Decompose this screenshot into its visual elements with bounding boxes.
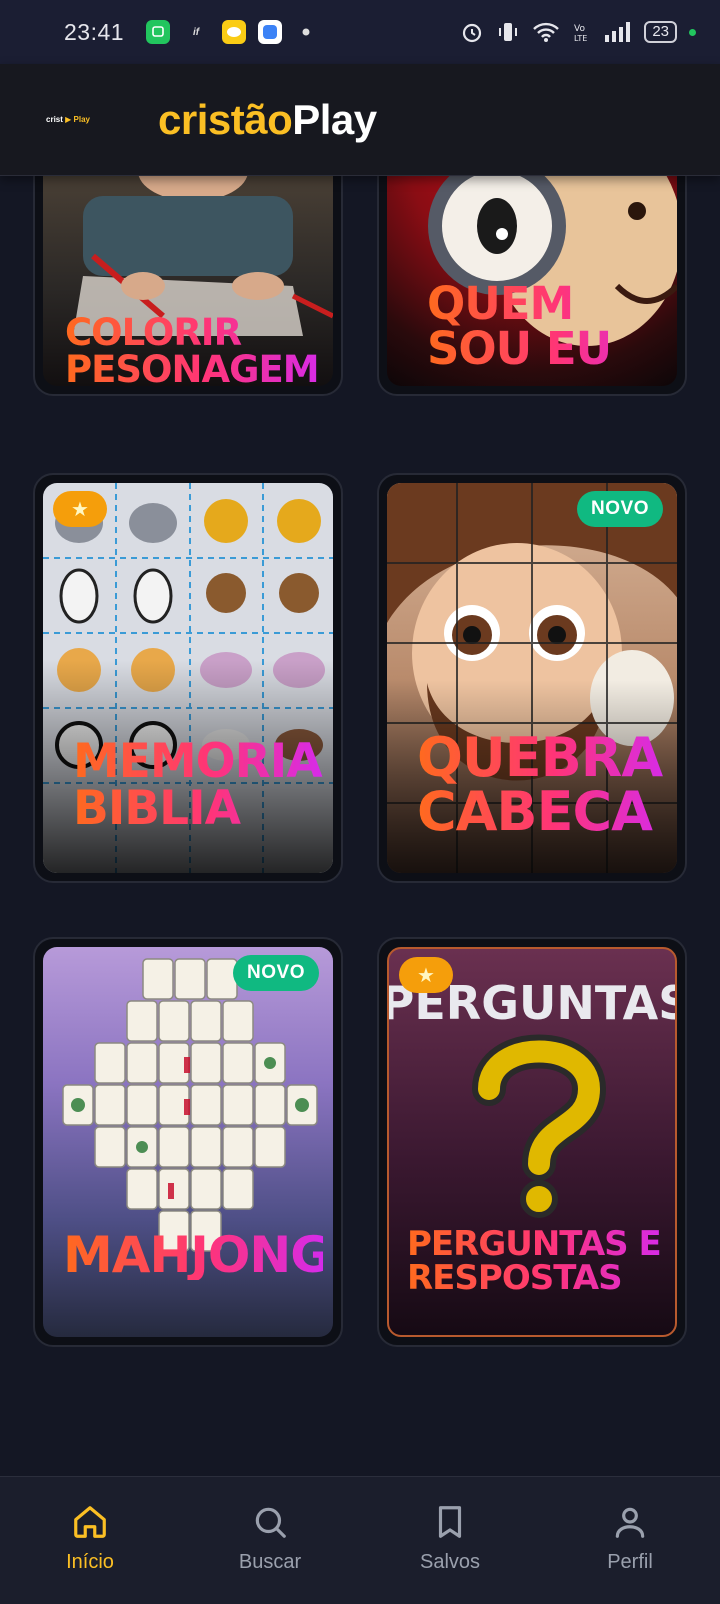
brand-part-2: Play bbox=[292, 95, 377, 143]
card-title-line: QUEBRA bbox=[417, 726, 663, 789]
card-image: ★ MEMORIA BIBLIA bbox=[43, 483, 333, 873]
featured-star-badge: ★ bbox=[53, 491, 107, 527]
card-title-line: RESPOSTAS bbox=[407, 1258, 622, 1298]
card-image: NOVO QUEBRA CABECA bbox=[387, 483, 677, 873]
card-memoria-biblia[interactable]: ★ MEMORIA BIBLIA bbox=[33, 473, 343, 883]
card-image: NOVO MAHJONG bbox=[43, 947, 333, 1337]
logo-play-icon: ▶ bbox=[65, 115, 72, 124]
notification-icons: if bbox=[146, 20, 318, 44]
status-bar: 23:41 if Vo LTE 23 bbox=[0, 0, 720, 64]
logo-text: crist bbox=[46, 115, 63, 124]
card-title-line: BIBLIA bbox=[73, 781, 240, 836]
card-image: QUEM SOU EU bbox=[387, 176, 677, 386]
svg-text:LTE: LTE bbox=[574, 34, 587, 43]
card-colorir-personagem[interactable]: COLORIR PESONAGEM bbox=[33, 176, 343, 396]
card-image: COLORIR PESONAGEM bbox=[43, 176, 333, 386]
card-title-line: PESONAGEM bbox=[65, 348, 319, 386]
search-icon bbox=[255, 1507, 286, 1538]
card-title: QUEM SOU EU bbox=[427, 281, 667, 371]
featured-star-badge: ★ bbox=[399, 957, 453, 993]
system-status: Vo LTE 23 bbox=[460, 20, 696, 44]
volte-icon: VoLTE bbox=[574, 24, 587, 43]
novo-badge: NOVO bbox=[233, 955, 319, 991]
brand-title: cristãoPlay bbox=[158, 96, 377, 144]
app-logo[interactable]: crist ▶ Play bbox=[46, 115, 106, 124]
card-title-line: SOU EU bbox=[427, 322, 612, 375]
card-title: MEMORIA BIBLIA bbox=[73, 738, 323, 832]
home-icon bbox=[74, 1506, 106, 1538]
card-title-line: MEMORIA bbox=[73, 734, 322, 789]
wifi-icon bbox=[533, 22, 560, 42]
card-title-line: MAHJONG bbox=[63, 1226, 331, 1284]
svg-text:Vo: Vo bbox=[574, 24, 585, 34]
vibrate-icon bbox=[499, 23, 518, 41]
privacy-indicator bbox=[689, 28, 696, 36]
app-header: crist ▶ Play cristãoPlay bbox=[0, 64, 720, 176]
battery-indicator: 23 bbox=[644, 21, 677, 43]
card-title: QUEBRA CABECA bbox=[417, 731, 667, 839]
card-perguntas-respostas[interactable]: PERGUNTAS ★ PERGUNTAS E RESPOSTAS bbox=[377, 937, 687, 1347]
ifood-icon: if bbox=[193, 26, 200, 38]
card-quem-sou-eu[interactable]: QUEM SOU EU bbox=[377, 176, 687, 396]
bottom-navigation: Início Buscar Salvos Perfil bbox=[0, 1476, 720, 1604]
nav-label: Buscar bbox=[238, 1551, 302, 1573]
nav-item-inicio[interactable]: Início bbox=[15, 1503, 165, 1574]
status-time: 23:41 bbox=[64, 18, 125, 45]
card-image: PERGUNTAS ★ PERGUNTAS E RESPOSTAS bbox=[387, 947, 677, 1337]
brand-part-1: cristão bbox=[158, 95, 293, 143]
user-icon bbox=[615, 1507, 645, 1538]
card-mahjong[interactable]: NOVO MAHJONG bbox=[33, 937, 343, 1347]
card-title-line: QUEM bbox=[427, 277, 574, 330]
card-title-line: COLORIR bbox=[65, 311, 242, 354]
nav-label: Salvos bbox=[419, 1551, 481, 1573]
more-dot-icon bbox=[294, 20, 318, 44]
card-quebra-cabeca[interactable]: NOVO QUEBRA CABECA bbox=[377, 473, 687, 883]
card-title-line: CABECA bbox=[417, 780, 652, 843]
card-title: COLORIR PESONAGEM bbox=[65, 314, 323, 386]
card-title: PERGUNTAS E RESPOSTAS bbox=[407, 1227, 665, 1295]
card-title-line: PERGUNTAS E bbox=[407, 1224, 661, 1264]
alarm-icon bbox=[463, 23, 482, 43]
logo-text-accent: Play bbox=[73, 115, 90, 124]
signal-icon bbox=[605, 22, 631, 42]
nav-label: Início bbox=[66, 1551, 114, 1573]
app-notification-icon bbox=[146, 20, 171, 44]
nav-item-salvos[interactable]: Salvos bbox=[375, 1503, 525, 1574]
app-notification-icon bbox=[222, 20, 247, 44]
novo-badge: NOVO bbox=[577, 491, 663, 527]
card-title: MAHJONG bbox=[63, 1230, 323, 1280]
bookmark-icon bbox=[438, 1506, 462, 1538]
nav-item-buscar[interactable]: Buscar bbox=[195, 1503, 345, 1574]
game-grid: COLORIR PESONAGEM QUEM SOU EU ★ MEMORIA … bbox=[0, 176, 720, 1476]
nav-label: Perfil bbox=[607, 1551, 653, 1573]
app-notification-icon bbox=[258, 20, 283, 44]
nav-item-perfil[interactable]: Perfil bbox=[555, 1503, 705, 1574]
